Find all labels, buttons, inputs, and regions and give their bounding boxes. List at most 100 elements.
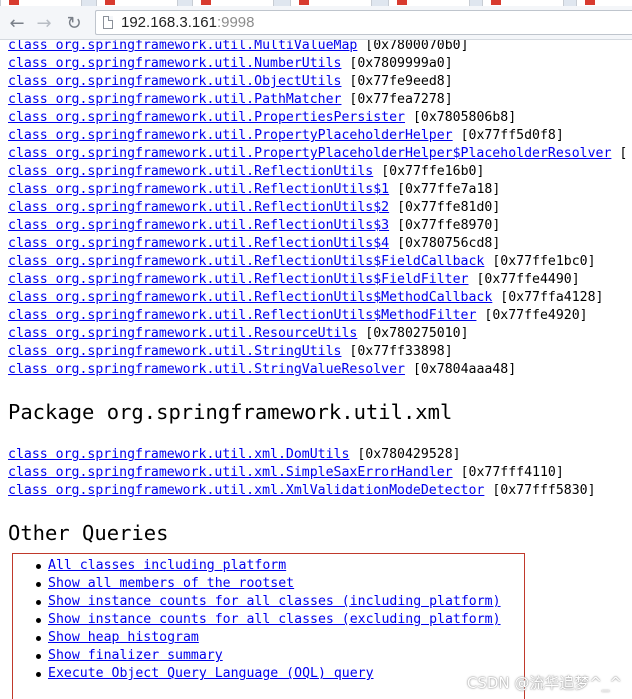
class-link[interactable]: class org.springframework.util.PropertyP… (8, 128, 453, 143)
tab-favicon-icon (9, 0, 19, 5)
class-link[interactable]: class org.springframework.util.MultiValu… (8, 40, 357, 53)
class-address: [0x77ffe81d0] (397, 200, 501, 215)
class-address: [0x780756cd8] (397, 236, 501, 251)
class-row: class org.springframework.util.ObjectUti… (8, 73, 453, 91)
class-address: [0x77ffe16b0] (381, 164, 485, 179)
class-link[interactable]: class org.springframework.util.StringUti… (8, 344, 341, 359)
list-item: Show finalizer summary (36, 647, 223, 665)
class-address: [0x77ff5d0f8] (460, 128, 564, 143)
class-link[interactable]: class org.springframework.util.Reflectio… (8, 200, 389, 215)
address-url[interactable]: 192.168.3.161:9998 (121, 14, 254, 31)
class-link[interactable]: class org.springframework.util.PathMatch… (8, 92, 341, 107)
other-queries-box: All classes including platform Show all … (12, 553, 525, 699)
class-link[interactable]: class org.springframework.util.Reflectio… (8, 290, 492, 305)
class-link[interactable]: class org.springframework.util.xml.XmlVa… (8, 483, 484, 498)
class-row: class org.springframework.util.xml.Simpl… (8, 464, 564, 482)
arrow-left-icon: ← (9, 12, 25, 34)
class-address: [0x77ffe1bc0] (492, 254, 596, 269)
package-heading: Package org.springframework.util.xml (8, 400, 453, 424)
class-row: class org.springframework.util.Reflectio… (8, 235, 500, 253)
class-row: class org.springframework.util.ResourceU… (8, 325, 469, 343)
class-address: [0x7809999a0] (349, 56, 453, 71)
class-address: [0x780429528] (357, 447, 461, 462)
class-address: [0x77ffe4490] (476, 272, 580, 287)
class-link[interactable]: class org.springframework.util.xml.DomUt… (8, 447, 349, 462)
class-address: [0x77ffa4128] (500, 290, 604, 305)
list-item: Show all members of the rootset (35, 575, 294, 593)
class-link[interactable]: class org.springframework.util.Propertie… (8, 110, 405, 125)
class-row: class org.springframework.util.Reflectio… (8, 181, 500, 199)
list-item: Show heap histogram (36, 629, 199, 647)
class-address: [0x77fe9eed8] (349, 74, 453, 89)
tab-favicon-icon (397, 0, 407, 5)
class-link[interactable]: class org.springframework.util.ObjectUti… (8, 74, 341, 89)
class-row: class org.springframework.util.Reflectio… (8, 199, 500, 217)
class-address: [0x77fea7278] (349, 92, 453, 107)
class-address: [0x77fff4110] (460, 465, 564, 480)
back-button[interactable]: ← (6, 12, 28, 34)
reload-button[interactable]: ↻ (63, 12, 85, 34)
class-address: [ (619, 146, 628, 161)
class-row: class org.springframework.util.xml.DomUt… (8, 446, 461, 464)
tab-favicon-icon (585, 0, 595, 5)
class-address: [0x77fff5830] (492, 483, 596, 498)
class-address: [0x780275010] (365, 326, 469, 341)
query-link[interactable]: All classes including platform (48, 558, 286, 573)
class-link[interactable]: class org.springframework.util.Reflectio… (8, 182, 389, 197)
class-row: class org.springframework.util.MultiValu… (8, 40, 469, 55)
class-link[interactable]: class org.springframework.util.Reflectio… (8, 308, 476, 323)
list-item: Show instance counts for all classes (in… (36, 593, 501, 611)
class-address: [0x77ffe8970] (397, 218, 501, 233)
class-row: class org.springframework.util.Reflectio… (8, 253, 596, 271)
class-link[interactable]: class org.springframework.util.Reflectio… (8, 164, 373, 179)
class-address: [0x7804aaa48] (412, 362, 517, 377)
class-link[interactable]: class org.springframework.util.Reflectio… (8, 254, 484, 269)
list-item: Show instance counts for all classes (ex… (36, 611, 501, 629)
reload-icon: ↻ (66, 12, 82, 34)
class-row: class org.springframework.util.PathMatch… (8, 91, 453, 109)
query-link[interactable]: Show all members of the rootset (48, 576, 294, 591)
tab-favicon-icon (299, 0, 309, 5)
class-row: class org.springframework.util.Reflectio… (8, 217, 500, 235)
query-link[interactable]: Show instance counts for all classes (in… (48, 594, 501, 609)
tab-favicon-icon (201, 0, 211, 5)
class-row: class org.springframework.util.Reflectio… (8, 307, 588, 325)
class-row: class org.springframework.util.PropertyP… (8, 127, 564, 145)
class-link[interactable]: class org.springframework.util.PropertyP… (8, 146, 611, 161)
forward-button[interactable]: → (33, 12, 55, 34)
page-content: class org.springframework.util.MultiValu… (0, 40, 632, 699)
class-address: [0x7805806b8] (412, 110, 517, 125)
arrow-right-icon: → (36, 12, 52, 34)
class-row: class org.springframework.util.xml.XmlVa… (8, 482, 596, 500)
class-row: class org.springframework.util.PropertyP… (8, 145, 627, 163)
class-link[interactable]: class org.springframework.util.ResourceU… (8, 326, 357, 341)
class-link[interactable]: class org.springframework.util.NumberUti… (8, 56, 341, 71)
class-link[interactable]: class org.springframework.util.Reflectio… (8, 218, 389, 233)
address-bar[interactable]: 192.168.3.161:9998 (95, 10, 632, 35)
class-row: class org.springframework.util.StringVal… (8, 361, 516, 379)
class-link[interactable]: class org.springframework.util.xml.Simpl… (8, 465, 453, 480)
class-link[interactable]: class org.springframework.util.Reflectio… (8, 272, 469, 287)
other-queries-heading: Other Queries (8, 521, 169, 545)
class-row: class org.springframework.util.Propertie… (8, 109, 516, 127)
browser-toolbar: ← → ↻ 192.168.3.161:9998 (0, 6, 632, 40)
page-icon (103, 16, 113, 29)
url-host: 192.168.3.161 (121, 14, 217, 31)
url-port: :9998 (216, 14, 255, 31)
class-address: [0x77ff33898] (349, 344, 453, 359)
tab-favicon-icon (491, 0, 501, 5)
query-link[interactable]: Show instance counts for all classes (ex… (48, 612, 501, 627)
class-row: class org.springframework.util.Reflectio… (8, 289, 603, 307)
query-link[interactable]: Execute Object Query Language (OQL) quer… (48, 666, 374, 681)
class-address: [0x77ffe4920] (484, 308, 588, 323)
class-address: [0x7800070b0] (365, 40, 469, 53)
class-row: class org.springframework.util.NumberUti… (8, 55, 453, 73)
watermark: CSDN @流华追梦^_^ (466, 674, 622, 692)
query-link[interactable]: Show heap histogram (48, 630, 199, 645)
list-item: Execute Object Query Language (OQL) quer… (36, 665, 374, 683)
class-address: [0x77ffe7a18] (397, 182, 501, 197)
class-link[interactable]: class org.springframework.util.Reflectio… (8, 236, 389, 251)
class-link[interactable]: class org.springframework.util.StringVal… (8, 362, 405, 377)
query-link[interactable]: Show finalizer summary (48, 648, 223, 663)
class-row: class org.springframework.util.StringUti… (8, 343, 453, 361)
